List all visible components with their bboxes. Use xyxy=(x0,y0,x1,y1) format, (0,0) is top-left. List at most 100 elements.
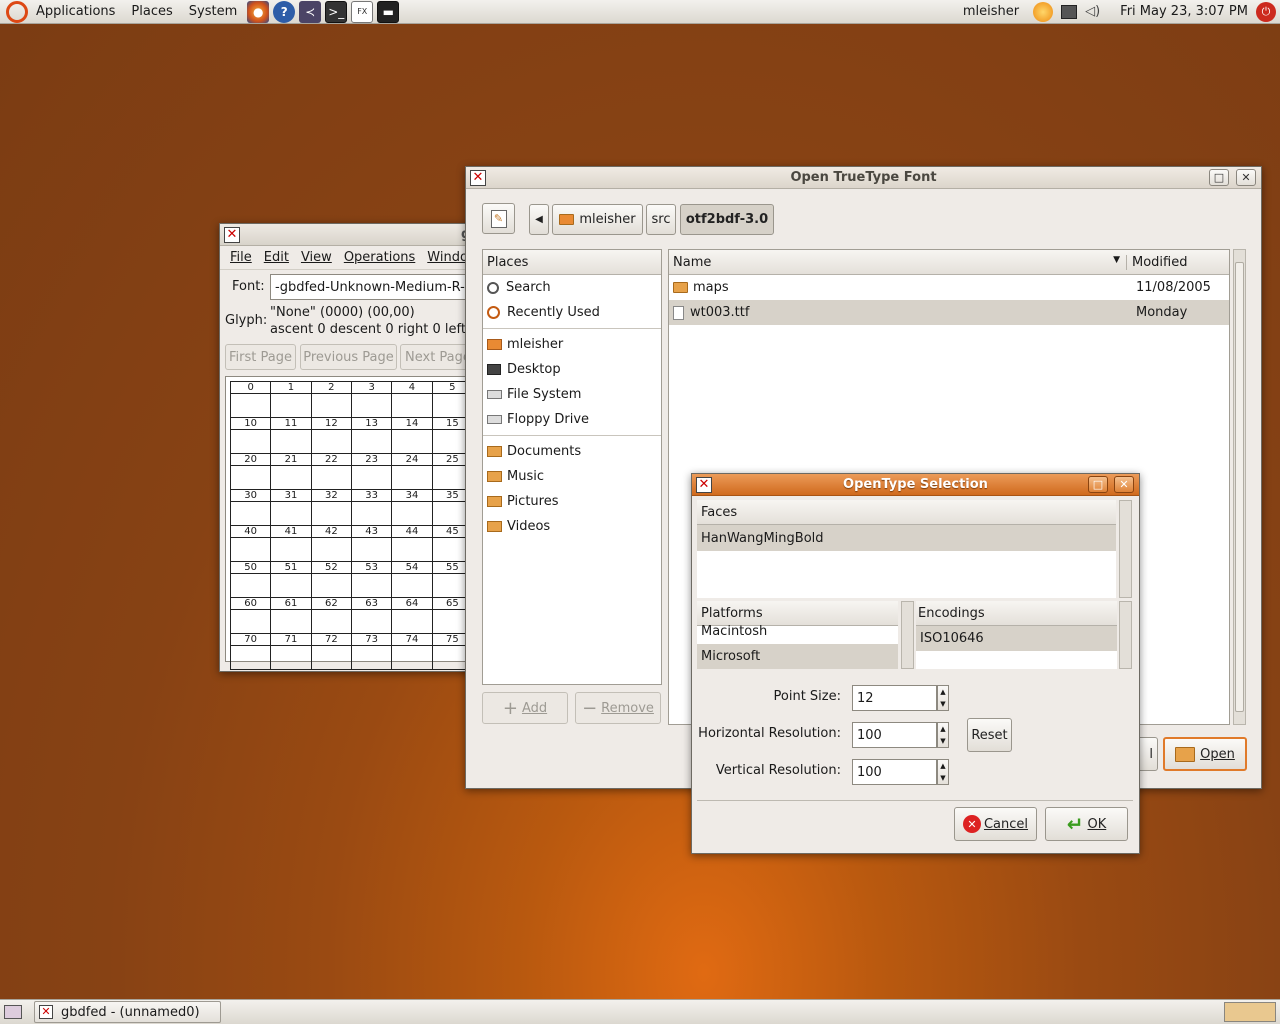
hres-field[interactable]: 100 xyxy=(852,722,937,748)
glyph-cell[interactable] xyxy=(229,645,272,670)
glyph-cell[interactable] xyxy=(229,429,272,454)
place-item-mleisher[interactable]: mleisher xyxy=(483,332,661,357)
clock[interactable]: Fri May 23, 3:07 PM xyxy=(1120,4,1248,19)
place-item-search[interactable]: Search xyxy=(483,275,661,300)
place-item-pictures[interactable]: Pictures xyxy=(483,489,661,514)
glyph-cell[interactable] xyxy=(391,645,433,670)
column-name-header[interactable]: Name ▼ xyxy=(669,254,1127,270)
glyph-cell[interactable] xyxy=(270,465,312,490)
maximize-button[interactable]: □ xyxy=(1088,476,1108,493)
platforms-scrollbar[interactable] xyxy=(901,601,914,669)
place-item-desktop[interactable]: Desktop xyxy=(483,357,661,382)
place-item-floppy-drive[interactable]: Floppy Drive xyxy=(483,407,661,432)
places-header[interactable]: Places xyxy=(483,250,661,275)
files-scrollbar[interactable] xyxy=(1233,249,1246,725)
glyph-cell[interactable] xyxy=(310,573,352,598)
menu-operations[interactable]: Operations xyxy=(338,246,421,270)
glyph-cell[interactable] xyxy=(391,537,433,562)
remove-bookmark-button[interactable]: − Remove xyxy=(575,692,661,724)
glyph-cell[interactable] xyxy=(391,609,433,634)
gbdfed-titlebar[interactable]: ✕ g xyxy=(220,224,473,246)
update-notifier-icon[interactable] xyxy=(1033,1,1054,22)
font-name-field[interactable]: -gbdfed-Unknown-Medium-R-N xyxy=(270,274,473,300)
glyph-cell[interactable] xyxy=(350,537,393,562)
face-item[interactable]: HanWangMingBold xyxy=(697,525,1116,551)
glyph-cell[interactable] xyxy=(350,609,393,634)
glyph-cell[interactable] xyxy=(310,429,352,454)
glyph-cell[interactable] xyxy=(229,537,272,562)
faces-header[interactable]: Faces xyxy=(697,500,1116,525)
place-item-file-system[interactable]: File System xyxy=(483,382,661,407)
scroll-thumb[interactable] xyxy=(1235,262,1244,712)
path-back-button[interactable]: ◀ xyxy=(529,204,549,235)
menu-view[interactable]: View xyxy=(295,246,338,270)
taskbar-item-gbdfed[interactable]: ✕ gbdfed - (unnamed0) xyxy=(34,1001,221,1023)
help-icon[interactable]: ? xyxy=(273,0,296,23)
menu-places[interactable]: Places xyxy=(123,0,180,24)
glyph-cell[interactable] xyxy=(229,501,272,526)
glyph-cell[interactable] xyxy=(310,537,352,562)
glyph-cell[interactable] xyxy=(270,429,312,454)
add-bookmark-button[interactable]: + Add xyxy=(482,692,568,724)
vres-stepper[interactable]: ▲ ▼ xyxy=(937,759,949,785)
glyph-cell[interactable] xyxy=(350,393,393,418)
volume-icon[interactable]: ◁) xyxy=(1085,4,1100,19)
encodings-header[interactable]: Encodings xyxy=(916,601,1117,626)
glyph-cell[interactable] xyxy=(391,429,433,454)
glyph-cell[interactable] xyxy=(270,573,312,598)
first-page-button[interactable]: First Page xyxy=(225,344,296,370)
menu-applications[interactable]: Applications xyxy=(28,0,123,24)
menu-system[interactable]: System xyxy=(181,0,245,24)
glyph-cell[interactable] xyxy=(391,501,433,526)
next-page-button[interactable]: Next Page xyxy=(400,344,473,370)
firefox-icon[interactable]: ● xyxy=(247,0,270,23)
maximize-button[interactable]: □ xyxy=(1209,169,1229,186)
glyph-cell[interactable] xyxy=(229,609,272,634)
glyph-cell[interactable] xyxy=(229,393,272,418)
glyph-cell[interactable] xyxy=(350,429,393,454)
glyph-cell[interactable] xyxy=(310,645,352,670)
terminal-icon[interactable]: >_ xyxy=(325,0,348,23)
file-row[interactable]: wt003.ttf Monday xyxy=(669,300,1229,325)
encoding-item[interactable]: ISO10646 xyxy=(916,626,1117,651)
point-size-field[interactable]: 12 xyxy=(852,685,937,711)
place-item-music[interactable]: Music xyxy=(483,464,661,489)
glyph-cell[interactable] xyxy=(391,393,433,418)
place-item-recently-used[interactable]: Recently Used xyxy=(483,300,661,325)
glyph-cell[interactable] xyxy=(391,465,433,490)
glyph-cell[interactable] xyxy=(229,465,272,490)
point-size-stepper[interactable]: ▲ ▼ xyxy=(937,685,949,711)
glyph-cell[interactable] xyxy=(270,645,312,670)
type-location-button[interactable]: ✎ xyxy=(482,203,515,234)
menu-file[interactable]: File xyxy=(224,246,258,270)
place-item-videos[interactable]: Videos xyxy=(483,514,661,539)
glyph-cell[interactable] xyxy=(350,465,393,490)
glyph-cell[interactable] xyxy=(270,537,312,562)
user-name[interactable]: mleisher xyxy=(963,4,1019,19)
glyph-cell[interactable] xyxy=(310,393,352,418)
glyph-cell[interactable] xyxy=(270,393,312,418)
path-button-current[interactable]: otf2bdf-3.0 xyxy=(680,204,774,235)
menu-edit[interactable]: Edit xyxy=(258,246,295,270)
path-button-home[interactable]: mleisher xyxy=(552,204,643,235)
ubuntu-logo-icon[interactable] xyxy=(6,0,28,23)
glyph-cell[interactable] xyxy=(350,501,393,526)
file-row[interactable]: maps 11/08/2005 xyxy=(669,275,1229,300)
hres-stepper[interactable]: ▲ ▼ xyxy=(937,722,949,748)
font-viewer-icon[interactable]: FX xyxy=(351,0,374,23)
platform-item-macintosh[interactable]: Macintosh xyxy=(697,622,898,640)
glyph-cell[interactable] xyxy=(391,573,433,598)
open-button[interactable]: Open xyxy=(1163,737,1247,771)
glyph-cell[interactable] xyxy=(270,501,312,526)
glyph-cell[interactable] xyxy=(350,645,393,670)
faces-scrollbar[interactable] xyxy=(1119,500,1132,598)
glyph-cell[interactable] xyxy=(310,465,352,490)
column-modified-header[interactable]: Modified xyxy=(1127,255,1187,270)
glyph-cell[interactable] xyxy=(310,501,352,526)
path-button-src[interactable]: src xyxy=(646,204,676,235)
encodings-scrollbar[interactable] xyxy=(1119,601,1132,669)
emacs-icon[interactable]: ≺ xyxy=(299,0,322,23)
close-button[interactable]: ✕ xyxy=(1236,169,1256,186)
terminal-2-icon[interactable]: ▬ xyxy=(377,0,400,23)
ot-dialog-titlebar[interactable]: ✕ OpenType Selection □ ✕ xyxy=(692,474,1139,496)
